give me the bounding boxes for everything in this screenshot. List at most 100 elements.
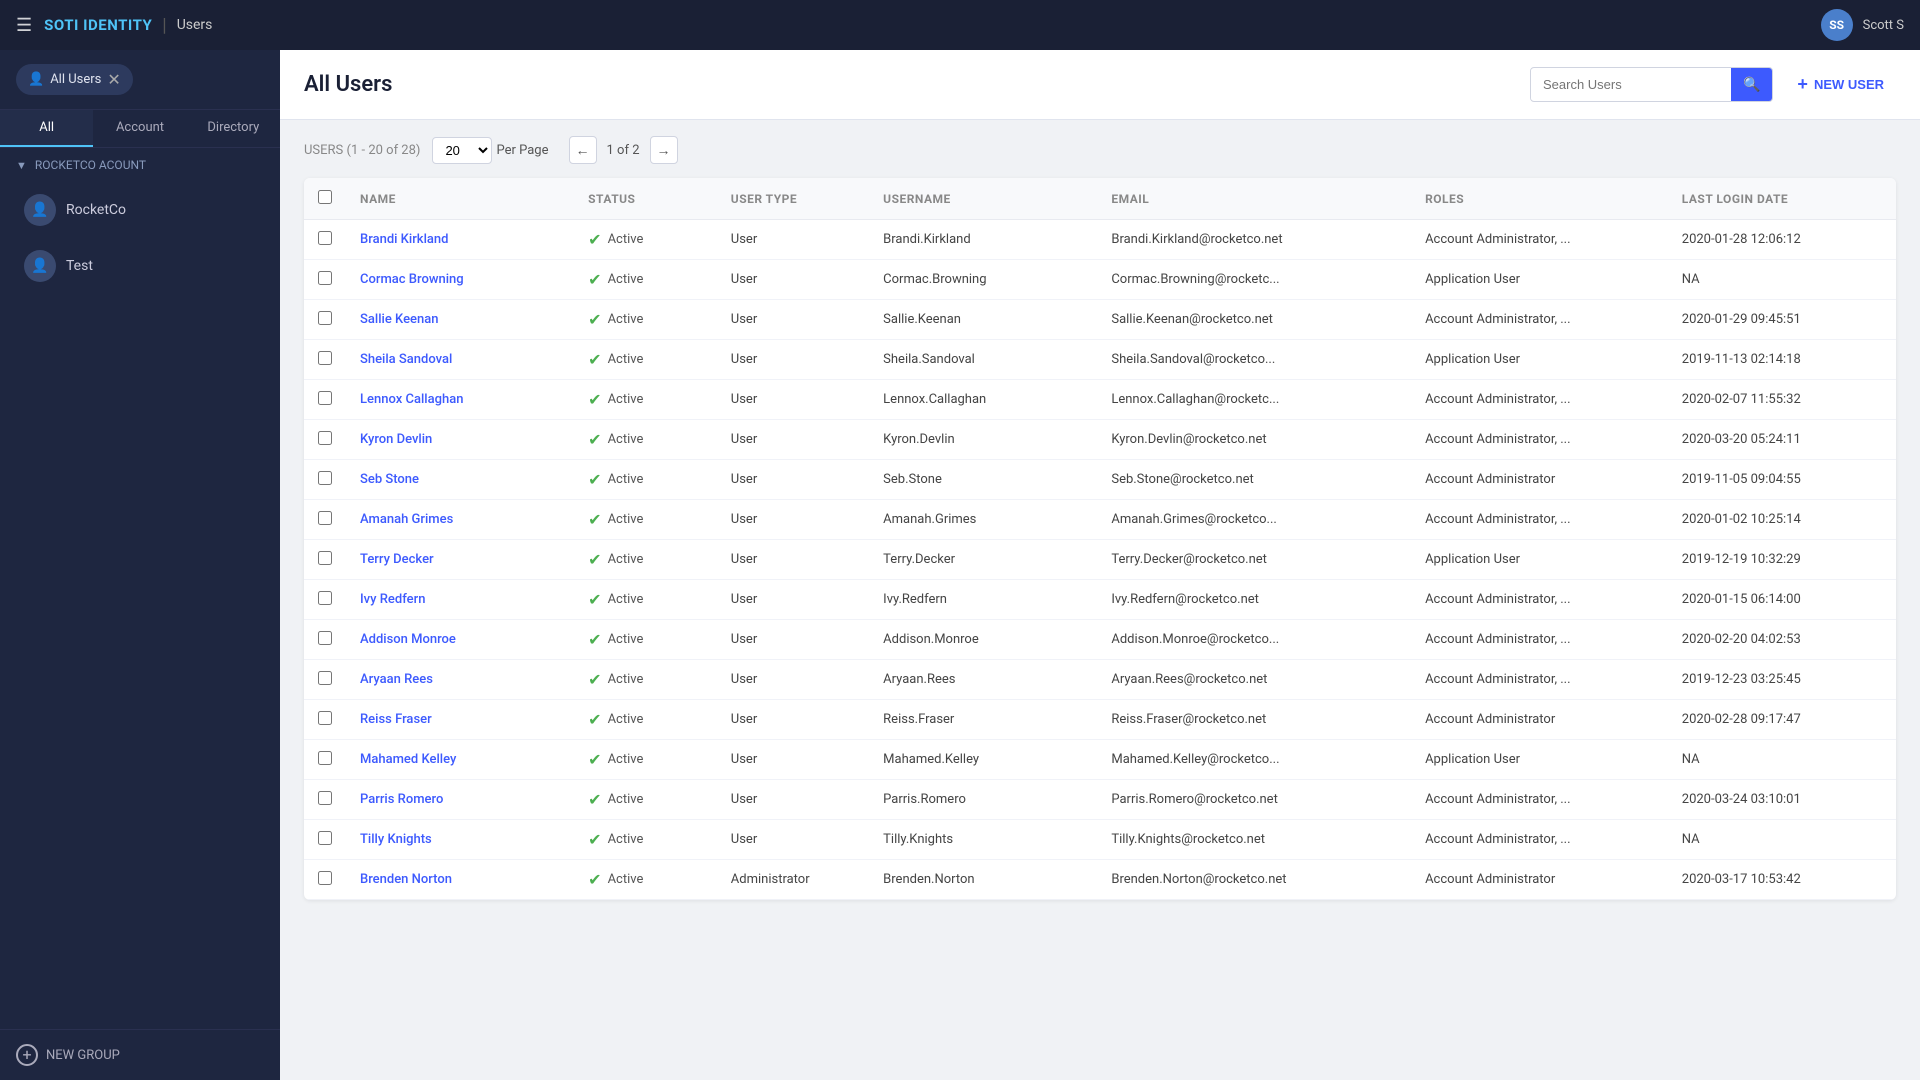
- sidebar-group-rocketco[interactable]: ▼ ROCKETCO ACOUNT: [0, 148, 280, 182]
- username-cell-1: Cormac.Browning: [869, 260, 1097, 300]
- table-row: Mahamed Kelley ✔ Active User Mahamed.Kel…: [304, 740, 1896, 780]
- col-header-email: EMAIL: [1097, 178, 1411, 220]
- col-header-status: STATUS: [574, 178, 717, 220]
- new-user-plus-icon: +: [1797, 74, 1808, 95]
- username-cell-9: Ivy.Redfern: [869, 580, 1097, 620]
- status-cell-5: ✔ Active: [588, 430, 703, 449]
- search-button[interactable]: 🔍: [1731, 68, 1772, 101]
- roles-cell-15: Account Administrator, ...: [1411, 820, 1668, 860]
- row-checkbox-12[interactable]: [318, 711, 332, 725]
- email-cell-10: Addison.Monroe@rocketco...: [1097, 620, 1411, 660]
- user-link-14[interactable]: Parris Romero: [360, 792, 443, 807]
- row-checkbox-11[interactable]: [318, 671, 332, 685]
- user-link-8[interactable]: Terry Decker: [360, 552, 434, 567]
- email-cell-7: Amanah.Grimes@rocketco...: [1097, 500, 1411, 540]
- user-link-12[interactable]: Reiss Fraser: [360, 712, 432, 727]
- lastlogin-cell-5: 2020-03-20 05:24:11: [1668, 420, 1896, 460]
- test-icon: 👤: [24, 250, 56, 282]
- new-group-button[interactable]: + NEW GROUP: [16, 1044, 264, 1066]
- status-cell-11: ✔ Active: [588, 670, 703, 689]
- rocketco-icon: 👤: [24, 194, 56, 226]
- table-header: NAME STATUS USER TYPE USERNAME EMAIL ROL…: [304, 178, 1896, 220]
- row-checkbox-14[interactable]: [318, 791, 332, 805]
- filter-clear-icon[interactable]: ✕: [107, 70, 120, 89]
- user-link-6[interactable]: Seb Stone: [360, 472, 419, 487]
- row-checkbox-8[interactable]: [318, 551, 332, 565]
- new-user-button[interactable]: + NEW USER: [1785, 66, 1896, 103]
- usertype-cell-12: User: [717, 700, 869, 740]
- status-icon-11: ✔: [588, 670, 601, 689]
- user-link-15[interactable]: Tilly Knights: [360, 832, 432, 847]
- user-link-1[interactable]: Cormac Browning: [360, 272, 464, 287]
- usertype-cell-3: User: [717, 340, 869, 380]
- tab-directory[interactable]: Directory: [187, 110, 280, 147]
- user-link-16[interactable]: Brenden Norton: [360, 872, 452, 887]
- hamburger-menu-icon[interactable]: ☰: [16, 15, 32, 36]
- user-link-4[interactable]: Lennox Callaghan: [360, 392, 463, 407]
- usertype-cell-11: User: [717, 660, 869, 700]
- user-link-11[interactable]: Aryaan Rees: [360, 672, 433, 687]
- row-checkbox-15[interactable]: [318, 831, 332, 845]
- nav-divider: |: [162, 15, 166, 36]
- status-icon-0: ✔: [588, 230, 601, 249]
- table-row: Sheila Sandoval ✔ Active User Sheila.San…: [304, 340, 1896, 380]
- search-input[interactable]: [1531, 69, 1731, 100]
- row-checkbox-6[interactable]: [318, 471, 332, 485]
- header-actions: 🔍 + NEW USER: [1530, 66, 1896, 103]
- user-link-5[interactable]: Kyron Devlin: [360, 432, 432, 447]
- user-link-9[interactable]: Ivy Redfern: [360, 592, 425, 607]
- table-row: Parris Romero ✔ Active User Parris.Romer…: [304, 780, 1896, 820]
- lastlogin-cell-6: 2019-11-05 09:04:55: [1668, 460, 1896, 500]
- lastlogin-cell-0: 2020-01-28 12:06:12: [1668, 220, 1896, 260]
- status-cell-9: ✔ Active: [588, 590, 703, 609]
- per-page-dropdown[interactable]: 20 50 100: [432, 137, 492, 164]
- roles-cell-3: Application User: [1411, 340, 1668, 380]
- user-link-0[interactable]: Brandi Kirkland: [360, 232, 448, 247]
- tab-all[interactable]: All: [0, 110, 93, 147]
- user-link-13[interactable]: Mahamed Kelley: [360, 752, 456, 767]
- row-checkbox-7[interactable]: [318, 511, 332, 525]
- username-label: Scott S: [1863, 18, 1904, 33]
- email-cell-5: Kyron.Devlin@rocketco.net: [1097, 420, 1411, 460]
- table-row: Seb Stone ✔ Active User Seb.Stone Seb.St…: [304, 460, 1896, 500]
- roles-cell-12: Account Administrator: [1411, 700, 1668, 740]
- user-link-10[interactable]: Addison Monroe: [360, 632, 456, 647]
- next-page-button[interactable]: →: [650, 136, 678, 164]
- usertype-cell-6: User: [717, 460, 869, 500]
- sidebar-item-rocketco[interactable]: 👤 RocketCo: [8, 184, 272, 236]
- sidebar-tabs: All Account Directory: [0, 110, 280, 148]
- roles-cell-5: Account Administrator, ...: [1411, 420, 1668, 460]
- row-checkbox-4[interactable]: [318, 391, 332, 405]
- user-link-2[interactable]: Sallie Keenan: [360, 312, 438, 327]
- row-checkbox-5[interactable]: [318, 431, 332, 445]
- prev-page-button[interactable]: ←: [569, 136, 597, 164]
- table-row: Cormac Browning ✔ Active User Cormac.Bro…: [304, 260, 1896, 300]
- lastlogin-cell-16: 2020-03-17 10:53:42: [1668, 860, 1896, 900]
- row-checkbox-16[interactable]: [318, 871, 332, 885]
- sidebar-filter: 👤 All Users ✕: [0, 50, 280, 110]
- select-all-checkbox[interactable]: [318, 190, 332, 204]
- usertype-cell-4: User: [717, 380, 869, 420]
- user-link-7[interactable]: Amanah Grimes: [360, 512, 453, 527]
- status-icon-12: ✔: [588, 710, 601, 729]
- row-checkbox-10[interactable]: [318, 631, 332, 645]
- sidebar-item-test[interactable]: 👤 Test: [8, 240, 272, 292]
- lastlogin-cell-12: 2020-02-28 09:17:47: [1668, 700, 1896, 740]
- row-checkbox-0[interactable]: [318, 231, 332, 245]
- tab-account[interactable]: Account: [93, 110, 186, 147]
- app-logo: SOTI IDENTITY: [44, 16, 152, 34]
- all-users-filter[interactable]: 👤 All Users ✕: [16, 64, 133, 95]
- row-checkbox-1[interactable]: [318, 271, 332, 285]
- sidebar-footer: + NEW GROUP: [0, 1029, 280, 1080]
- status-icon-1: ✔: [588, 270, 601, 289]
- status-icon-5: ✔: [588, 430, 601, 449]
- email-cell-16: Brenden.Norton@rocketco.net: [1097, 860, 1411, 900]
- table-body: Brandi Kirkland ✔ Active User Brandi.Kir…: [304, 220, 1896, 900]
- row-checkbox-13[interactable]: [318, 751, 332, 765]
- row-checkbox-2[interactable]: [318, 311, 332, 325]
- lastlogin-cell-3: 2019-11-13 02:14:18: [1668, 340, 1896, 380]
- new-group-plus-icon: +: [16, 1044, 38, 1066]
- row-checkbox-9[interactable]: [318, 591, 332, 605]
- user-link-3[interactable]: Sheila Sandoval: [360, 352, 452, 367]
- row-checkbox-3[interactable]: [318, 351, 332, 365]
